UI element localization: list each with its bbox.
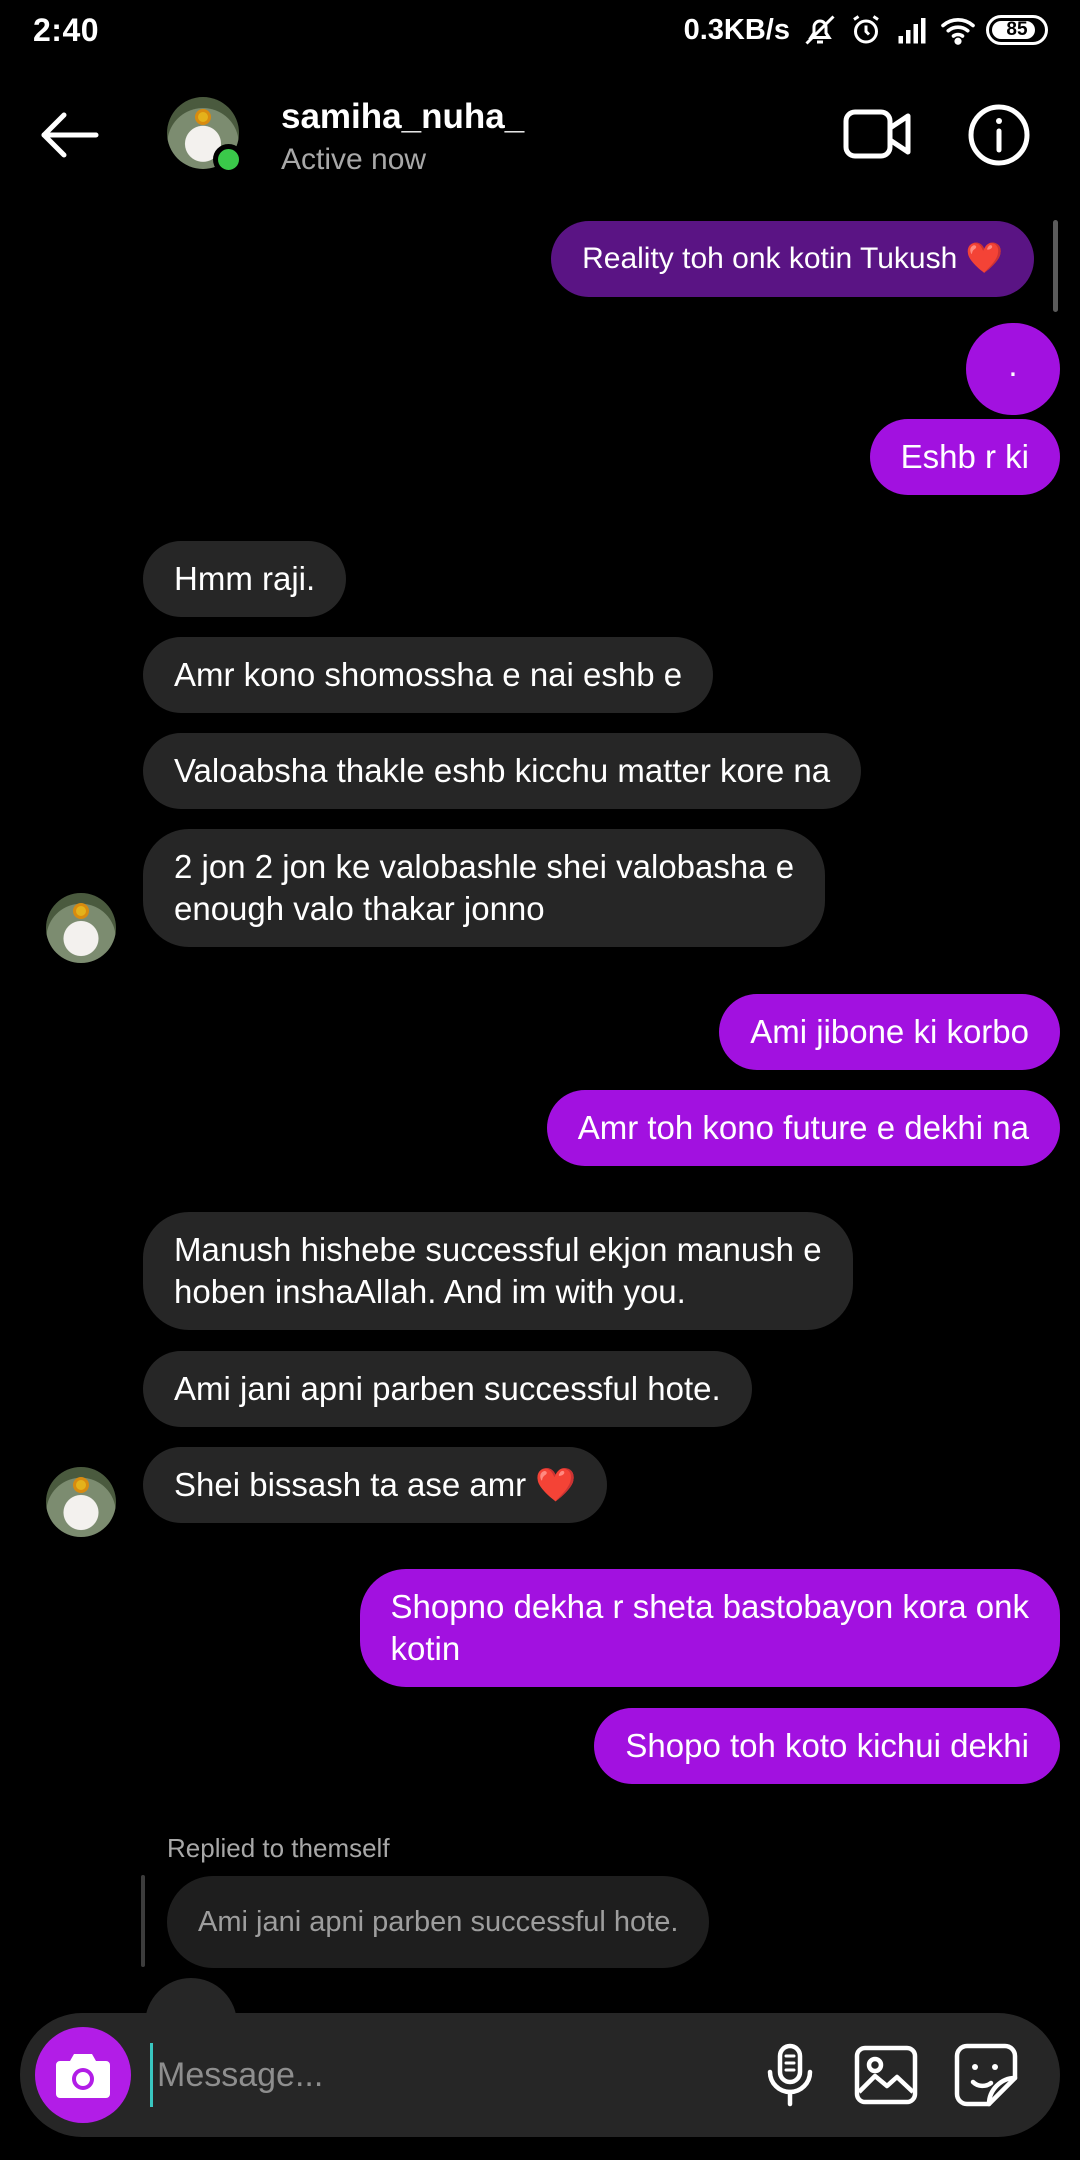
message-outgoing[interactable]: Reality toh onk kotin Tukush ❤️: [551, 221, 1034, 297]
message-text: Reality toh onk kotin Tukush ❤️: [582, 242, 1003, 275]
message-incoming[interactable]: Hmm raji.: [143, 541, 347, 617]
back-arrow-icon: [41, 112, 99, 158]
message-text: Eshb r ki: [900, 438, 1029, 475]
message-outgoing[interactable]: Ami jibone ki korbo: [719, 994, 1060, 1070]
message-text: Ami jani apni parben successful hote.: [174, 1370, 721, 1407]
info-icon[interactable]: [966, 102, 1032, 168]
sticker-icon[interactable]: [951, 2040, 1021, 2110]
heart-emoji: ❤️: [535, 1466, 577, 1503]
chat-header: samiha_nuha_ Active now: [0, 60, 1080, 210]
message-text-line: kotin: [390, 1630, 461, 1667]
message-incoming[interactable]: Ami jani apni parben successful hote.: [143, 1351, 752, 1427]
camera-button[interactable]: [35, 2027, 131, 2123]
battery-icon: 85: [986, 15, 1048, 45]
status-time: 2:40: [33, 12, 100, 48]
message-text: Shei bissash ta ase amr: [174, 1466, 527, 1503]
status-bar: 2:40 0.3KB/s 85: [0, 0, 1080, 60]
message-outgoing[interactable]: .: [966, 323, 1060, 415]
net-speed: 0.3KB/s: [683, 13, 790, 46]
message-incoming[interactable]: Amr kono shomossha e nai eshb e: [143, 637, 714, 713]
message-text: Amr toh kono future e dekhi na: [577, 1109, 1029, 1146]
contact-name[interactable]: samiha_nuha_: [281, 97, 524, 137]
avatar-flower: [73, 1477, 89, 1493]
avatar-flower: [195, 109, 211, 125]
message-text-line: Shopno dekha r sheta bastobayon kora onk: [390, 1588, 1029, 1625]
mute-icon: [805, 15, 835, 45]
message-text: .: [1008, 346, 1018, 383]
message-text-line: Manush hishebe successful ekjon manush e: [174, 1231, 822, 1268]
message-outgoing[interactable]: Shopno dekha r sheta bastobayon kora onk…: [359, 1569, 1060, 1687]
status-icons: 0.3KB/s 85: [684, 10, 1048, 50]
message-text: Shopo toh koto kichui dekhi: [625, 1727, 1029, 1764]
message-outgoing[interactable]: Shopo toh koto kichui dekhi: [594, 1708, 1060, 1784]
video-call-icon[interactable]: [842, 104, 914, 164]
message-text-line: 2 jon 2 jon ke valobashle shei valobasha…: [174, 848, 795, 885]
avatar-flower: [73, 903, 89, 919]
sender-avatar[interactable]: [46, 893, 116, 963]
message-composer: [20, 2013, 1060, 2137]
camera-icon: [56, 2054, 110, 2098]
back-button[interactable]: [34, 105, 104, 165]
microphone-icon[interactable]: [755, 2040, 825, 2110]
alarm-icon: [853, 15, 879, 44]
message-incoming[interactable]: 2 jon 2 jon ke valobashle shei valobasha…: [143, 829, 826, 947]
message-input[interactable]: [150, 2043, 710, 2107]
message-incoming[interactable]: Shei bissash ta ase amr ❤️: [143, 1447, 608, 1523]
signal-icon: [898, 18, 926, 44]
message-text-line: enough valo thakar jonno: [174, 890, 545, 927]
message-text: Hmm raji.: [174, 560, 316, 597]
sender-avatar[interactable]: [46, 1467, 116, 1537]
message-incoming[interactable]: Manush hishebe successful ekjon manush e…: [143, 1212, 853, 1330]
message-text: Amr kono shomossha e nai eshb e: [174, 656, 683, 693]
online-indicator: [213, 144, 244, 175]
reply-label: Replied to themself: [167, 1833, 390, 1863]
message-outgoing[interactable]: Eshb r ki: [869, 419, 1060, 495]
scrollbar[interactable]: [1053, 220, 1058, 312]
message-text: Valoabsha thakle eshb kicchu matter kore…: [174, 752, 831, 789]
chat-screen: 2:40 0.3KB/s 85 samiha_nuha_ Active now …: [0, 0, 1080, 2160]
message-outgoing[interactable]: Amr toh kono future e dekhi na: [546, 1090, 1060, 1166]
quoted-message[interactable]: Ami jani apni parben successful hote.: [167, 1876, 710, 1968]
message-text-line: hoben inshaAllah. And im with you.: [174, 1273, 686, 1310]
battery-level: 85: [1006, 19, 1028, 40]
wifi-icon: [941, 18, 975, 45]
reply-divider: [141, 1875, 145, 1967]
message-incoming[interactable]: Valoabsha thakle eshb kicchu matter kore…: [143, 733, 862, 809]
message-text: Ami jibone ki korbo: [750, 1013, 1029, 1050]
gallery-icon[interactable]: [851, 2040, 921, 2110]
contact-status: Active now: [281, 143, 427, 176]
